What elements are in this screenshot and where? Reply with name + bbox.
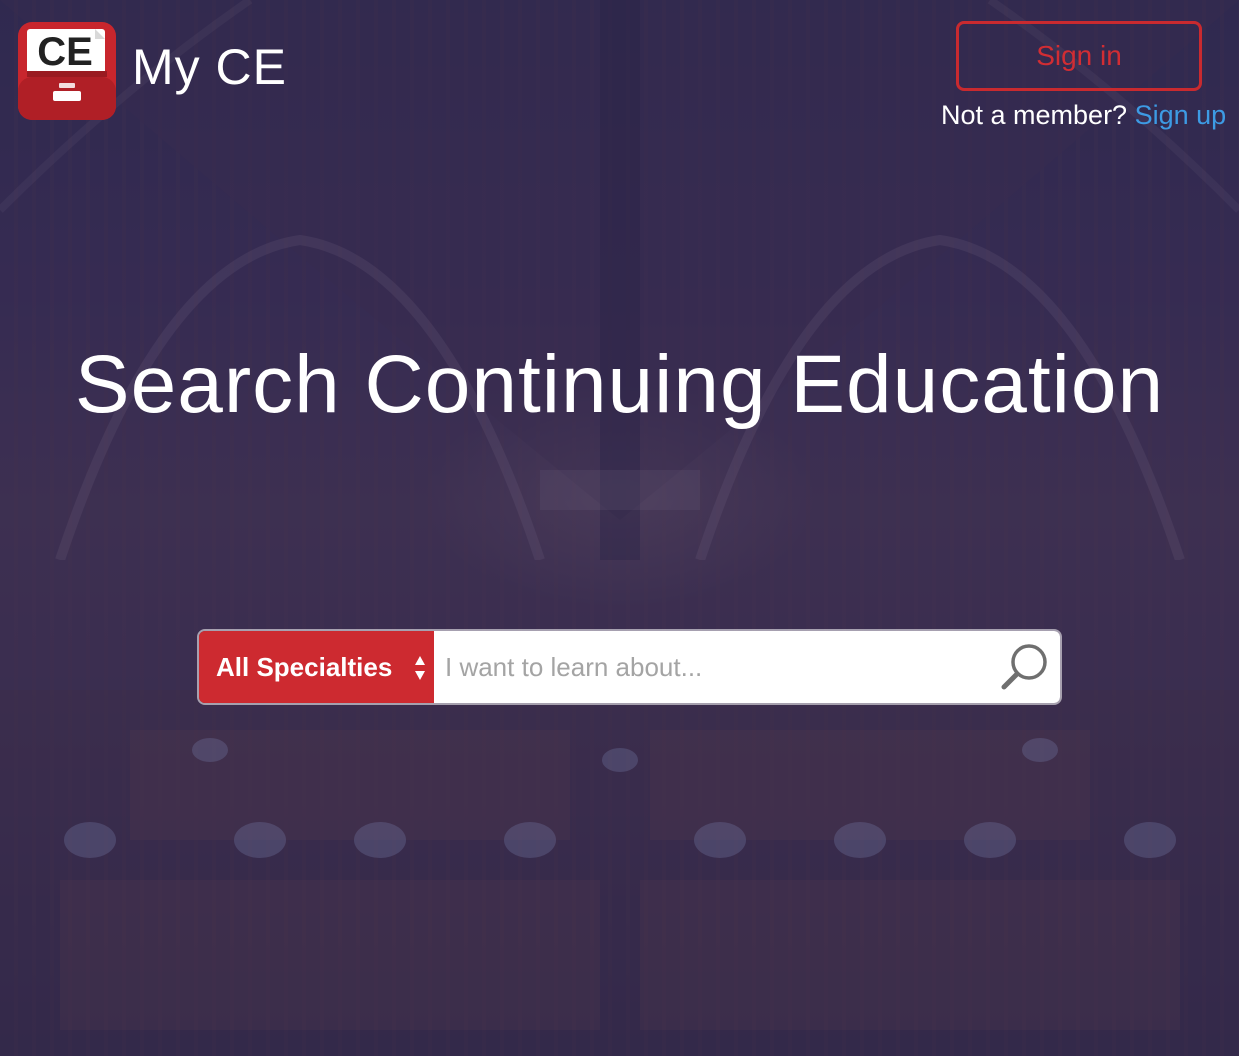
svg-text:CE: CE [37,30,93,74]
not-member-text: Not a member? [941,100,1128,130]
sign-up-link[interactable]: Sign up [1135,100,1227,130]
member-prompt-line: Not a member? Sign up [941,99,1226,131]
page-title: Search Continuing Education [74,339,1165,430]
specialty-select[interactable]: All Specialties [199,631,434,703]
brand-name[interactable]: My CE [132,42,287,92]
color-overlay [0,0,1239,1056]
search-bar: All Specialties [199,631,1060,703]
search-input-wrap [434,631,1060,703]
sign-in-button[interactable]: Sign in [956,21,1202,91]
ce-cabinet-logo-icon[interactable]: CE [17,21,117,121]
specialty-selected-value: All Specialties [216,651,393,682]
hero-section: CE My CE Sign in Not a member? Sign up S… [0,0,1239,1056]
select-arrows-icon [415,656,425,680]
search-icon[interactable] [998,640,1052,694]
search-input[interactable] [443,636,987,698]
